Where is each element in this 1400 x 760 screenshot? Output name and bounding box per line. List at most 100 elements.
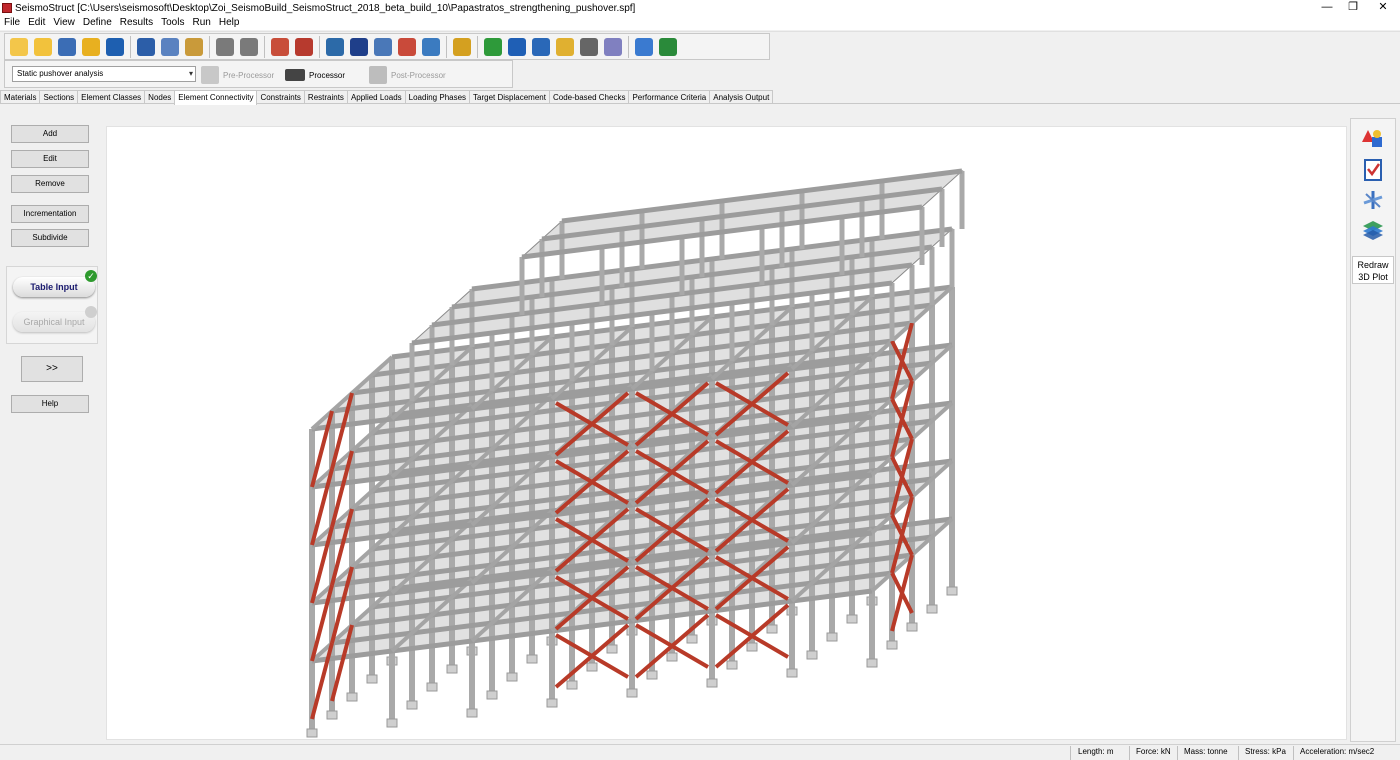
search-docs-button[interactable] [554, 36, 576, 58]
edit-button[interactable]: Edit [11, 150, 89, 168]
print-icon [137, 37, 155, 56]
tab-sections[interactable]: Sections [39, 90, 79, 103]
processor-button[interactable]: Processor [285, 64, 345, 86]
paste-button[interactable] [183, 36, 205, 58]
toolbar-group [4, 33, 770, 60]
table-input-toggle[interactable]: Table Input [13, 277, 95, 297]
help-button[interactable]: Help [11, 395, 89, 413]
toolbar-separator [446, 35, 447, 58]
restore-button[interactable]: ❐ [1338, 0, 1368, 16]
tab-target-displacement[interactable]: Target Displacement [469, 90, 550, 103]
menu-results[interactable]: Results [116, 16, 157, 30]
forum-chat-icon [604, 37, 622, 56]
settings-gear-button[interactable] [372, 36, 394, 58]
remove-button[interactable]: Remove [11, 175, 89, 193]
search-docs-icon [556, 37, 574, 56]
eraser-button[interactable] [451, 36, 473, 58]
tab-nodes[interactable]: Nodes [144, 90, 176, 103]
undo-button[interactable] [214, 36, 236, 58]
frame-editor-button[interactable] [269, 36, 291, 58]
menu-view[interactable]: View [49, 16, 79, 30]
magic-wand-button[interactable] [80, 36, 102, 58]
tab-analysis-output[interactable]: Analysis Output [709, 90, 774, 103]
main-toolbar [0, 31, 1400, 60]
tab-element-classes[interactable]: Element Classes [77, 90, 146, 103]
redraw-label: Redraw [1357, 260, 1389, 270]
column-footing [626, 688, 638, 698]
units-icon [350, 37, 368, 56]
tab-materials[interactable]: Materials [0, 90, 41, 103]
connectivity-button[interactable] [324, 36, 346, 58]
status-divider [1238, 746, 1239, 760]
menu-edit[interactable]: Edit [24, 16, 49, 30]
tab-code-based-checks[interactable]: Code-based Checks [548, 90, 630, 103]
column-footing [306, 728, 318, 738]
layers-icon[interactable] [1362, 219, 1384, 241]
column-footing [766, 624, 778, 634]
axes-icon[interactable] [1362, 189, 1384, 211]
building-wizard-button[interactable] [56, 36, 78, 58]
edit-note-icon [635, 37, 653, 56]
open-folder-button[interactable] [32, 36, 54, 58]
column-footing [366, 674, 378, 684]
tab-restraints[interactable]: Restraints [303, 90, 348, 103]
module-tabs: Materials Sections Element Classes Nodes… [0, 90, 1400, 105]
units-button[interactable] [348, 36, 370, 58]
new-project-button[interactable] [8, 36, 30, 58]
forum-chat-button[interactable] [602, 36, 624, 58]
redraw-sublabel: 3D Plot [1358, 272, 1388, 282]
edit-note-button[interactable] [633, 36, 655, 58]
help-button[interactable] [482, 36, 504, 58]
shapes-icon[interactable] [1362, 128, 1384, 150]
menu-define[interactable]: Define [79, 16, 116, 30]
copy-button[interactable] [159, 36, 181, 58]
video-button[interactable] [578, 36, 600, 58]
input-mode-group: Table Input ✓ Graphical Input [6, 266, 98, 344]
calculator-button[interactable] [420, 36, 442, 58]
tab-performance-criteria[interactable]: Performance Criteria [628, 90, 711, 103]
add-button[interactable]: Add [11, 125, 89, 143]
checklist-icon[interactable] [1362, 159, 1384, 181]
tab-loading-phases[interactable]: Loading Phases [404, 90, 471, 103]
redraw-3d-plot-button[interactable]: Redraw 3D Plot [1352, 256, 1394, 284]
column-footing [706, 678, 718, 688]
column-footing [446, 664, 458, 674]
window-title: SeismoStruct [C:\Users\seismosoft\Deskto… [15, 2, 636, 14]
3d-model-viewport[interactable] [106, 126, 1347, 740]
graphical-input-toggle[interactable]: Graphical Input [13, 312, 95, 332]
column-footing [346, 692, 358, 702]
menu-file[interactable]: File [0, 16, 24, 30]
redo-button[interactable] [238, 36, 260, 58]
incrementation-button[interactable]: Incrementation [11, 205, 89, 223]
status-length-unit: Length: m [1078, 747, 1114, 756]
title-bar: SeismoStruct [C:\Users\seismosoft\Deskto… [0, 0, 1400, 16]
advanced-gear-button[interactable] [396, 36, 418, 58]
print-button[interactable] [135, 36, 157, 58]
column-footing [426, 682, 438, 692]
globe-button[interactable] [657, 36, 679, 58]
status-divider [1070, 746, 1071, 760]
subdivide-button[interactable]: Subdivide [11, 229, 89, 247]
tab-constraints[interactable]: Constraints [256, 90, 305, 103]
copy-icon [161, 37, 179, 56]
tab-element-connectivity[interactable]: Element Connectivity [174, 90, 258, 105]
tab-applied-loads[interactable]: Applied Loads [346, 90, 406, 103]
post-processor-button[interactable]: Post-Processor [369, 64, 446, 86]
menu-run[interactable]: Run [188, 16, 214, 30]
analysis-type-select[interactable]: Static pushover analysis ▾ [12, 66, 196, 82]
expand-button[interactable]: >> [21, 356, 83, 382]
frame-run-button[interactable] [293, 36, 315, 58]
column-footing [646, 670, 658, 680]
redo-icon [240, 37, 258, 56]
toolbar-separator [264, 35, 265, 58]
column-footing [946, 586, 958, 596]
pre-processor-button[interactable]: Pre-Processor [201, 64, 274, 86]
menu-help[interactable]: Help [215, 16, 244, 30]
menu-tools[interactable]: Tools [157, 16, 188, 30]
tutorial-book-button[interactable] [530, 36, 552, 58]
toolbar-separator [477, 35, 478, 58]
close-button[interactable]: ✕ [1368, 0, 1398, 16]
save-button[interactable] [104, 36, 126, 58]
status-mass-unit: Mass: tonne [1184, 747, 1228, 756]
manual-book-button[interactable] [506, 36, 528, 58]
